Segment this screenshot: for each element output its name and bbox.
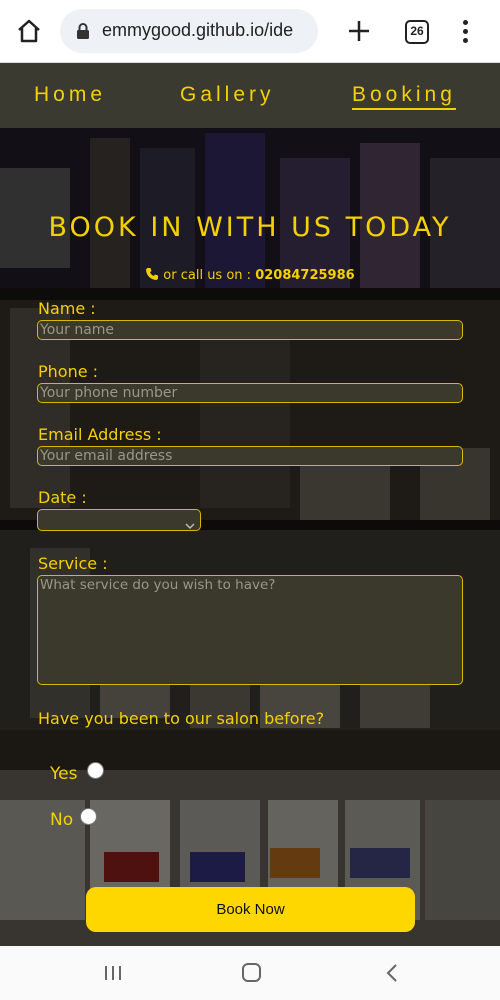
plus-icon[interactable]	[344, 16, 374, 46]
nav-home-link[interactable]: Home	[34, 83, 106, 107]
page-title: BOOK IN WITH US TODAY	[48, 212, 452, 243]
radio-yes[interactable]	[87, 762, 104, 779]
radio-no-label: No	[50, 810, 74, 830]
phone-input[interactable]	[37, 383, 463, 403]
service-label: Service :	[38, 554, 108, 573]
home-button-icon[interactable]	[242, 963, 261, 982]
browser-toolbar: emmygood.github.io/ide 26	[0, 0, 500, 63]
background-photo	[0, 128, 500, 946]
call-number[interactable]: 02084725986	[255, 268, 355, 283]
system-navigation-bar	[0, 946, 500, 1000]
recent-apps-icon[interactable]	[103, 964, 123, 982]
back-icon[interactable]	[385, 963, 399, 983]
nav-gallery-link[interactable]: Gallery	[180, 83, 275, 107]
url-text: emmygood.github.io/ide	[102, 20, 294, 40]
date-select[interactable]	[37, 509, 201, 531]
call-us-line: or call us on : 02084725986	[0, 267, 500, 283]
radio-no[interactable]	[80, 808, 97, 825]
site-navigation: Home Gallery Booking	[0, 63, 500, 128]
email-input[interactable]	[37, 446, 463, 466]
book-now-button[interactable]: Book Now	[86, 887, 415, 932]
call-prefix: or call us on :	[163, 268, 252, 283]
date-label: Date :	[38, 488, 87, 507]
nav-booking-link[interactable]: Booking	[352, 83, 456, 110]
tab-switcher-button[interactable]: 26	[405, 20, 429, 44]
phone-icon	[145, 267, 159, 281]
name-input[interactable]	[37, 320, 463, 340]
lock-icon	[76, 23, 90, 39]
visited-before-question: Have you been to our salon before?	[38, 709, 325, 728]
email-label: Email Address :	[38, 425, 162, 444]
name-label: Name :	[38, 299, 96, 318]
more-vertical-icon[interactable]	[456, 18, 476, 46]
radio-yes-label: Yes	[50, 764, 78, 784]
address-bar[interactable]: emmygood.github.io/ide	[60, 9, 318, 53]
phone-label: Phone :	[38, 362, 99, 381]
chevron-down-icon	[185, 515, 195, 530]
service-textarea[interactable]	[37, 575, 463, 685]
home-icon[interactable]	[14, 16, 44, 46]
